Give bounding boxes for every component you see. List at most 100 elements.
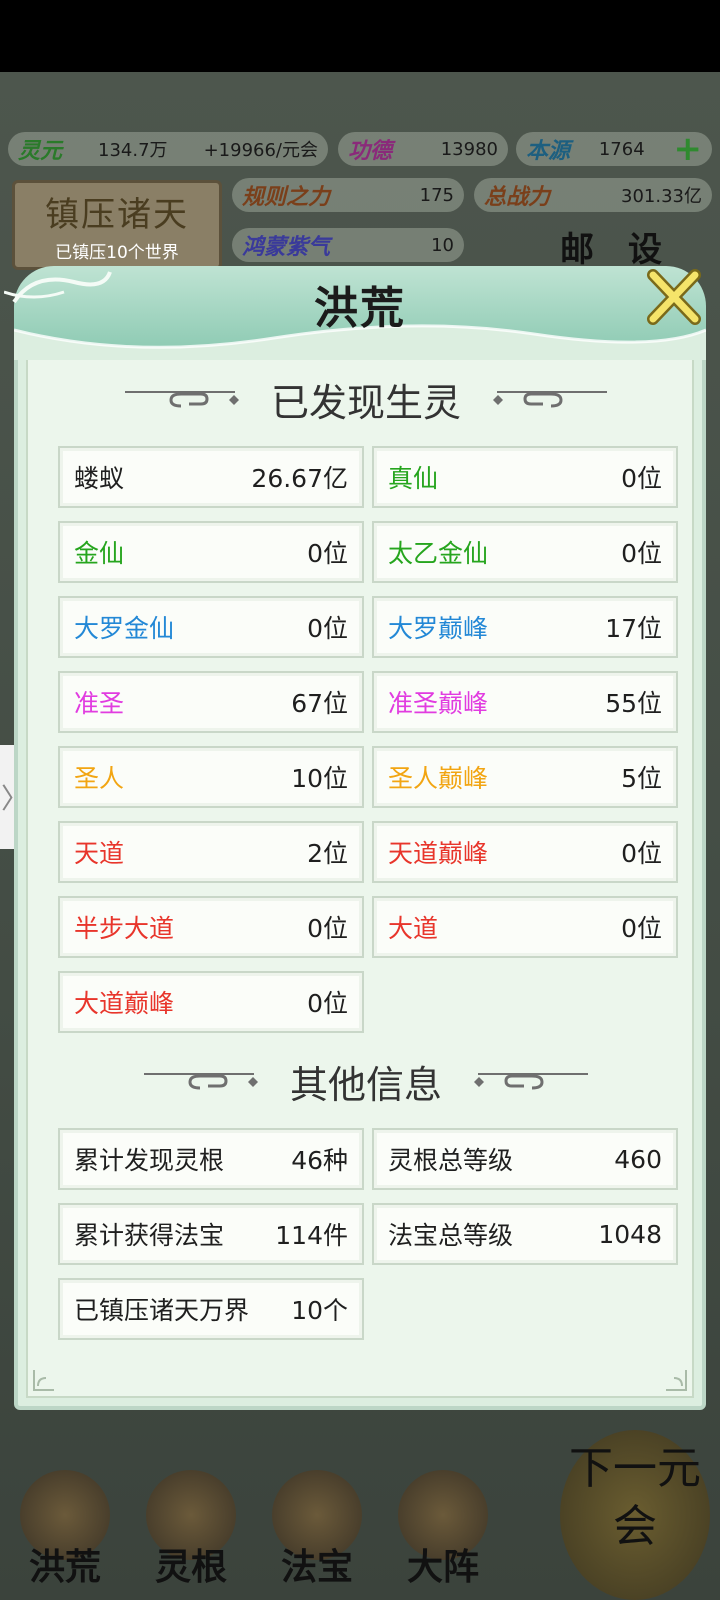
creature-card: 大道 0位 bbox=[372, 896, 678, 958]
resource-name: 功德 bbox=[348, 138, 393, 164]
cloud-ornament-left-icon bbox=[124, 391, 239, 408]
resource-gongde: 功德 13980 bbox=[338, 132, 508, 166]
card-value: 460 bbox=[614, 1144, 662, 1174]
card-value: 0位 bbox=[307, 914, 348, 943]
card-label: 太乙金仙 bbox=[388, 539, 489, 568]
nav-honghuang[interactable]: 洪荒 bbox=[10, 1470, 120, 1590]
creature-card: 天道巅峰 0位 bbox=[372, 821, 678, 883]
creature-card: 金仙 0位 bbox=[58, 521, 364, 583]
card-label: 法宝总等级 bbox=[388, 1221, 514, 1250]
creature-card: 大罗金仙 0位 bbox=[58, 596, 364, 658]
creature-card: 大道巅峰 0位 bbox=[58, 971, 364, 1033]
card-label: 已镇压诸天万界 bbox=[74, 1296, 250, 1325]
creature-card: 准圣 67位 bbox=[58, 671, 364, 733]
resource-benyuan: 本源 1764 + bbox=[516, 129, 712, 169]
creature-card: 圣人巅峰 5位 bbox=[372, 746, 678, 808]
card-value: 0位 bbox=[621, 539, 662, 568]
info-card: 累计发现灵根 46种 bbox=[58, 1128, 364, 1190]
card-value: 0位 bbox=[621, 914, 662, 943]
stat-value: 175 bbox=[419, 184, 454, 206]
card-label: 金仙 bbox=[74, 539, 125, 568]
settings-button[interactable]: 设 bbox=[628, 222, 662, 271]
card-label: 真仙 bbox=[388, 464, 439, 493]
next-era-label: 下一元会 bbox=[569, 1443, 701, 1552]
section-creatures-title: 已发现生灵 bbox=[28, 374, 704, 425]
card-label: 圣人巅峰 bbox=[388, 764, 489, 793]
stat-hongmeng: 鸿蒙紫气 10 bbox=[232, 228, 464, 262]
section-other-title: 其他信息 bbox=[28, 1056, 704, 1107]
card-value: 67位 bbox=[291, 689, 348, 718]
resource-lingyuan: 灵元 134.7万 +19966/元会 bbox=[8, 132, 328, 166]
card-value: 55位 bbox=[605, 689, 662, 718]
add-icon[interactable]: + bbox=[673, 129, 702, 169]
card-label: 累计获得法宝 bbox=[74, 1221, 225, 1250]
card-value: 114件 bbox=[275, 1221, 348, 1250]
nav-label: 大阵 bbox=[406, 1546, 479, 1588]
info-card: 灵根总等级 460 bbox=[372, 1128, 678, 1190]
card-value: 17位 bbox=[605, 614, 662, 643]
cloud-ornament-left-icon bbox=[143, 1073, 258, 1090]
card-label: 准圣巅峰 bbox=[388, 689, 489, 718]
nav-label: 法宝 bbox=[280, 1546, 353, 1588]
card-value: 0位 bbox=[621, 839, 662, 868]
card-value: 10位 bbox=[291, 764, 348, 793]
creature-card: 圣人 10位 bbox=[58, 746, 364, 808]
cloud-ornament-right-icon bbox=[474, 1073, 588, 1090]
mail-button[interactable]: 邮 bbox=[560, 222, 594, 271]
dialog-header: 洪荒 bbox=[4, 266, 706, 360]
card-value: 0位 bbox=[307, 539, 348, 568]
info-card: 已镇压诸天万界 10个 bbox=[58, 1278, 364, 1340]
card-label: 大道巅峰 bbox=[74, 989, 175, 1018]
nav-fabao[interactable]: 法宝 bbox=[262, 1470, 372, 1590]
resource-rate: +19966/元会 bbox=[203, 140, 318, 161]
suppress-board[interactable]: 镇压诸天 已镇压10个世界 bbox=[12, 180, 222, 270]
cloud-ornament-right-icon bbox=[493, 391, 607, 408]
card-label: 天道巅峰 bbox=[388, 839, 489, 868]
suppress-subtitle: 已镇压10个世界 bbox=[55, 243, 179, 263]
card-value: 1048 bbox=[598, 1219, 662, 1249]
next-era-button[interactable]: 下一元会 bbox=[560, 1430, 710, 1600]
card-label: 天道 bbox=[74, 839, 125, 868]
nav-label: 灵根 bbox=[154, 1546, 227, 1588]
dialog-panel: 已发现生灵 蝼蚁 26.67亿 真仙 0位 金仙 0位 太乙金仙 0位 大罗金仙 0位 大罗巅峰 17… bbox=[26, 350, 694, 1398]
card-label: 累计发现灵根 bbox=[74, 1146, 225, 1175]
resource-name: 本源 bbox=[526, 138, 571, 164]
suppress-title: 镇压诸天 bbox=[45, 195, 189, 235]
info-card: 累计获得法宝 114件 bbox=[58, 1203, 364, 1265]
resource-value: 13980 bbox=[440, 138, 498, 160]
nav-label: 洪荒 bbox=[28, 1546, 101, 1588]
honghuang-dialog: 已发现生灵 蝼蚁 26.67亿 真仙 0位 金仙 0位 太乙金仙 0位 大罗金仙 0位 大罗巅峰 17… bbox=[4, 266, 706, 1410]
creature-card: 准圣巅峰 55位 bbox=[372, 671, 678, 733]
status-bar bbox=[0, 0, 720, 72]
stat-name: 总战力 bbox=[484, 184, 551, 210]
close-x-icon bbox=[647, 269, 701, 325]
nav-linggen[interactable]: 灵根 bbox=[136, 1470, 246, 1590]
card-value: 26.67亿 bbox=[251, 464, 348, 493]
dialog-body: 已发现生灵 蝼蚁 26.67亿 真仙 0位 金仙 0位 太乙金仙 0位 大罗金仙 0位 大罗巅峰 17… bbox=[14, 336, 706, 1410]
creature-card: 蝼蚁 26.67亿 bbox=[58, 446, 364, 508]
stat-name: 规则之力 bbox=[242, 184, 331, 210]
card-label: 大罗巅峰 bbox=[388, 614, 489, 643]
card-label: 灵根总等级 bbox=[388, 1146, 514, 1175]
card-value: 5位 bbox=[621, 764, 662, 793]
card-label: 半步大道 bbox=[74, 914, 175, 943]
dialog-title: 洪荒 bbox=[314, 283, 406, 334]
resource-name: 灵元 bbox=[18, 138, 63, 164]
stat-name: 鸿蒙紫气 bbox=[242, 234, 331, 260]
card-label: 准圣 bbox=[74, 689, 125, 718]
stat-zhanli: 总战力 301.33亿 bbox=[474, 178, 712, 212]
stat-value: 10 bbox=[431, 234, 454, 256]
creature-card: 太乙金仙 0位 bbox=[372, 521, 678, 583]
resource-value: 1764 bbox=[598, 138, 645, 160]
creature-card: 大罗巅峰 17位 bbox=[372, 596, 678, 658]
section-label: 已发现生灵 bbox=[270, 380, 461, 425]
stat-value: 301.33亿 bbox=[621, 186, 702, 207]
card-value: 2位 bbox=[307, 839, 348, 868]
resource-value: 134.7万 bbox=[98, 140, 168, 161]
corner-ornament-icon bbox=[666, 1370, 687, 1391]
card-label: 圣人 bbox=[74, 764, 125, 793]
section-label: 其他信息 bbox=[289, 1062, 442, 1107]
close-button[interactable] bbox=[642, 266, 704, 328]
corner-ornament-icon bbox=[33, 1370, 54, 1391]
nav-dazhen[interactable]: 大阵 bbox=[388, 1470, 498, 1590]
